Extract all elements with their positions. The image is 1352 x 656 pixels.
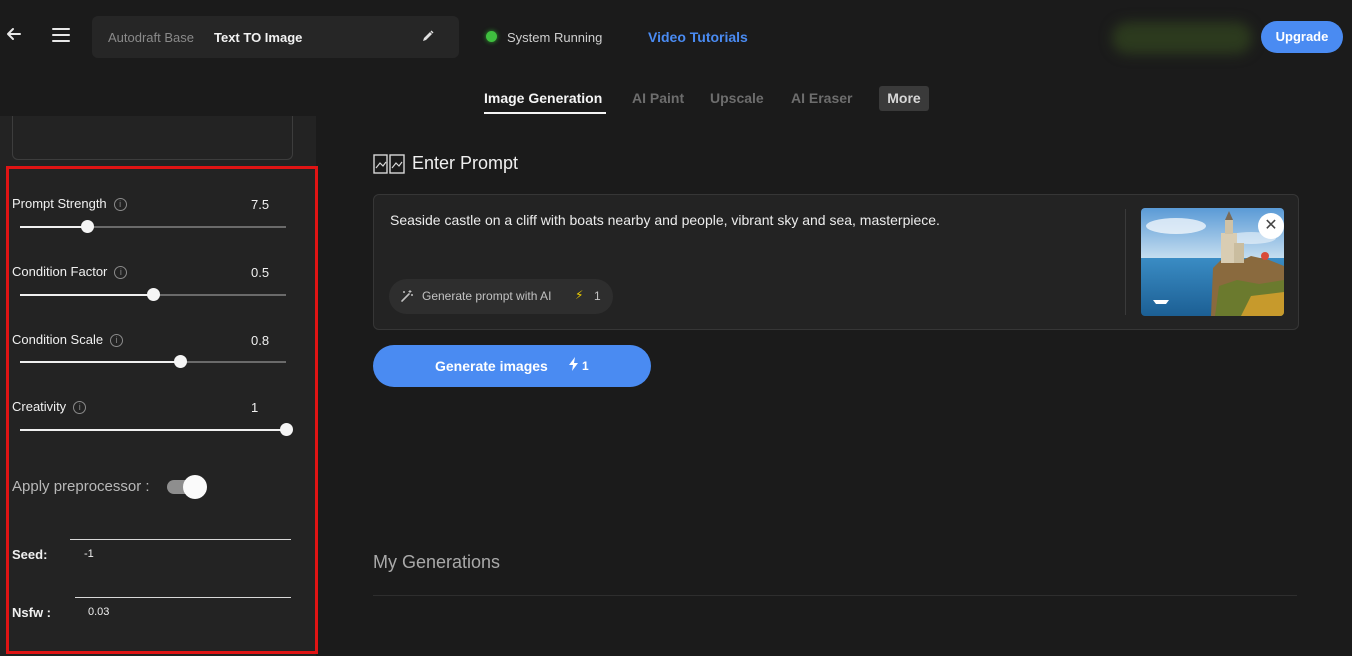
- seed-label: Seed:: [12, 547, 48, 562]
- info-icon[interactable]: i: [73, 401, 87, 415]
- apply-preprocessor-label: Apply preprocessor :: [12, 478, 150, 495]
- tab-image-generation[interactable]: Image Generation: [484, 90, 602, 106]
- nsfw-input[interactable]: [88, 604, 288, 620]
- status-indicator-icon: [486, 31, 497, 42]
- slider-label-text: Condition Factor: [12, 264, 108, 279]
- magic-wand-icon: [400, 289, 414, 306]
- slider-label-text: Condition Scale: [12, 332, 104, 347]
- my-generations-divider: [373, 595, 1297, 596]
- tab-more[interactable]: More: [879, 86, 929, 111]
- condition-factor-slider[interactable]: [20, 288, 286, 301]
- generate-prompt-ai-button[interactable]: Generate prompt with AI ⚡ 1: [389, 279, 613, 314]
- preprocessor-toggle[interactable]: [167, 475, 207, 499]
- slider-thumb[interactable]: [147, 288, 160, 301]
- card-divider: [1125, 209, 1126, 315]
- project-base-label: Autodraft Base: [108, 30, 194, 45]
- slider-label-text: Creativity: [12, 399, 67, 414]
- active-tab-underline: [484, 112, 606, 114]
- info-icon[interactable]: i: [113, 198, 127, 212]
- slider-label-text: Prompt Strength: [12, 196, 107, 211]
- seed-field-line: [70, 539, 291, 540]
- settings-sidebar: Prompt Strength i 7.5 Condition Factor i 0…: [0, 116, 318, 656]
- back-arrow-icon[interactable]: [6, 26, 24, 46]
- ai-button-label: Generate prompt with AI: [422, 289, 552, 303]
- creativity-slider[interactable]: [20, 423, 293, 436]
- slider-thumb[interactable]: [173, 355, 187, 368]
- prompt-textarea[interactable]: Seaside castle on a cliff with boats nea…: [390, 212, 940, 228]
- hamburger-menu-icon[interactable]: [52, 28, 70, 42]
- lightning-icon: [568, 357, 580, 374]
- info-icon[interactable]: i: [114, 266, 128, 280]
- reference-image-thumbnail[interactable]: ✕: [1141, 208, 1284, 316]
- creativity-label: Creativity i: [12, 399, 87, 415]
- creativity-value: 1: [251, 400, 259, 415]
- project-name: Text TO Image: [214, 30, 303, 45]
- slider-thumb[interactable]: [280, 423, 293, 436]
- slider-fill: [20, 361, 180, 363]
- seed-input[interactable]: [84, 546, 284, 562]
- tab-ai-paint[interactable]: AI Paint: [632, 90, 684, 106]
- slider-fill: [20, 429, 286, 431]
- my-generations-heading: My Generations: [373, 552, 501, 572]
- pencil-icon[interactable]: [421, 29, 435, 43]
- condition-factor-label: Condition Factor i: [12, 264, 128, 280]
- slider-fill: [20, 226, 87, 228]
- condition-factor-value: 0.5: [251, 265, 270, 280]
- tab-ai-eraser[interactable]: AI Eraser: [791, 90, 852, 106]
- project-title-box: Autodraft Base Text TO Image: [92, 16, 459, 58]
- slider-thumb[interactable]: [80, 220, 94, 233]
- generate-images-button[interactable]: Generate images 1: [373, 345, 651, 387]
- generate-credit-cost: 1: [582, 359, 589, 373]
- condition-scale-label: Condition Scale i: [12, 332, 124, 348]
- prompt-strength-slider[interactable]: [20, 220, 286, 233]
- prompt-card: Seaside castle on a cliff with boats nea…: [373, 194, 1299, 330]
- video-tutorials-link[interactable]: Video Tutorials: [648, 29, 748, 45]
- tab-upscale[interactable]: Upscale: [710, 90, 764, 106]
- close-icon[interactable]: ✕: [1258, 213, 1284, 239]
- condition-scale-slider[interactable]: [20, 355, 286, 368]
- feature-tabs: Image Generation AI Paint Upscale AI Era…: [0, 80, 1352, 116]
- prompt-strength-value: 7.5: [251, 197, 270, 212]
- upgrade-button[interactable]: Upgrade: [1261, 21, 1343, 53]
- slider-fill: [20, 294, 153, 296]
- condition-scale-value: 0.8: [251, 333, 270, 348]
- enter-prompt-title: Enter Prompt: [412, 153, 519, 173]
- top-bar: Autodraft Base Text TO Image System Runn…: [0, 0, 1352, 74]
- blurred-credits-badge: [1112, 22, 1252, 54]
- nsfw-field-line: [75, 597, 291, 598]
- image-prompt-icon: [373, 154, 405, 174]
- collapsed-panel-box: [12, 116, 293, 160]
- lightning-icon: ⚡: [575, 288, 584, 302]
- system-status: System Running: [507, 30, 603, 45]
- prompt-strength-label: Prompt Strength i: [12, 196, 127, 212]
- toggle-knob: [183, 475, 207, 499]
- info-icon[interactable]: i: [110, 334, 124, 348]
- ai-credit-cost: 1: [594, 289, 601, 303]
- generate-button-label: Generate images: [435, 358, 548, 374]
- nsfw-label: Nsfw :: [12, 605, 51, 620]
